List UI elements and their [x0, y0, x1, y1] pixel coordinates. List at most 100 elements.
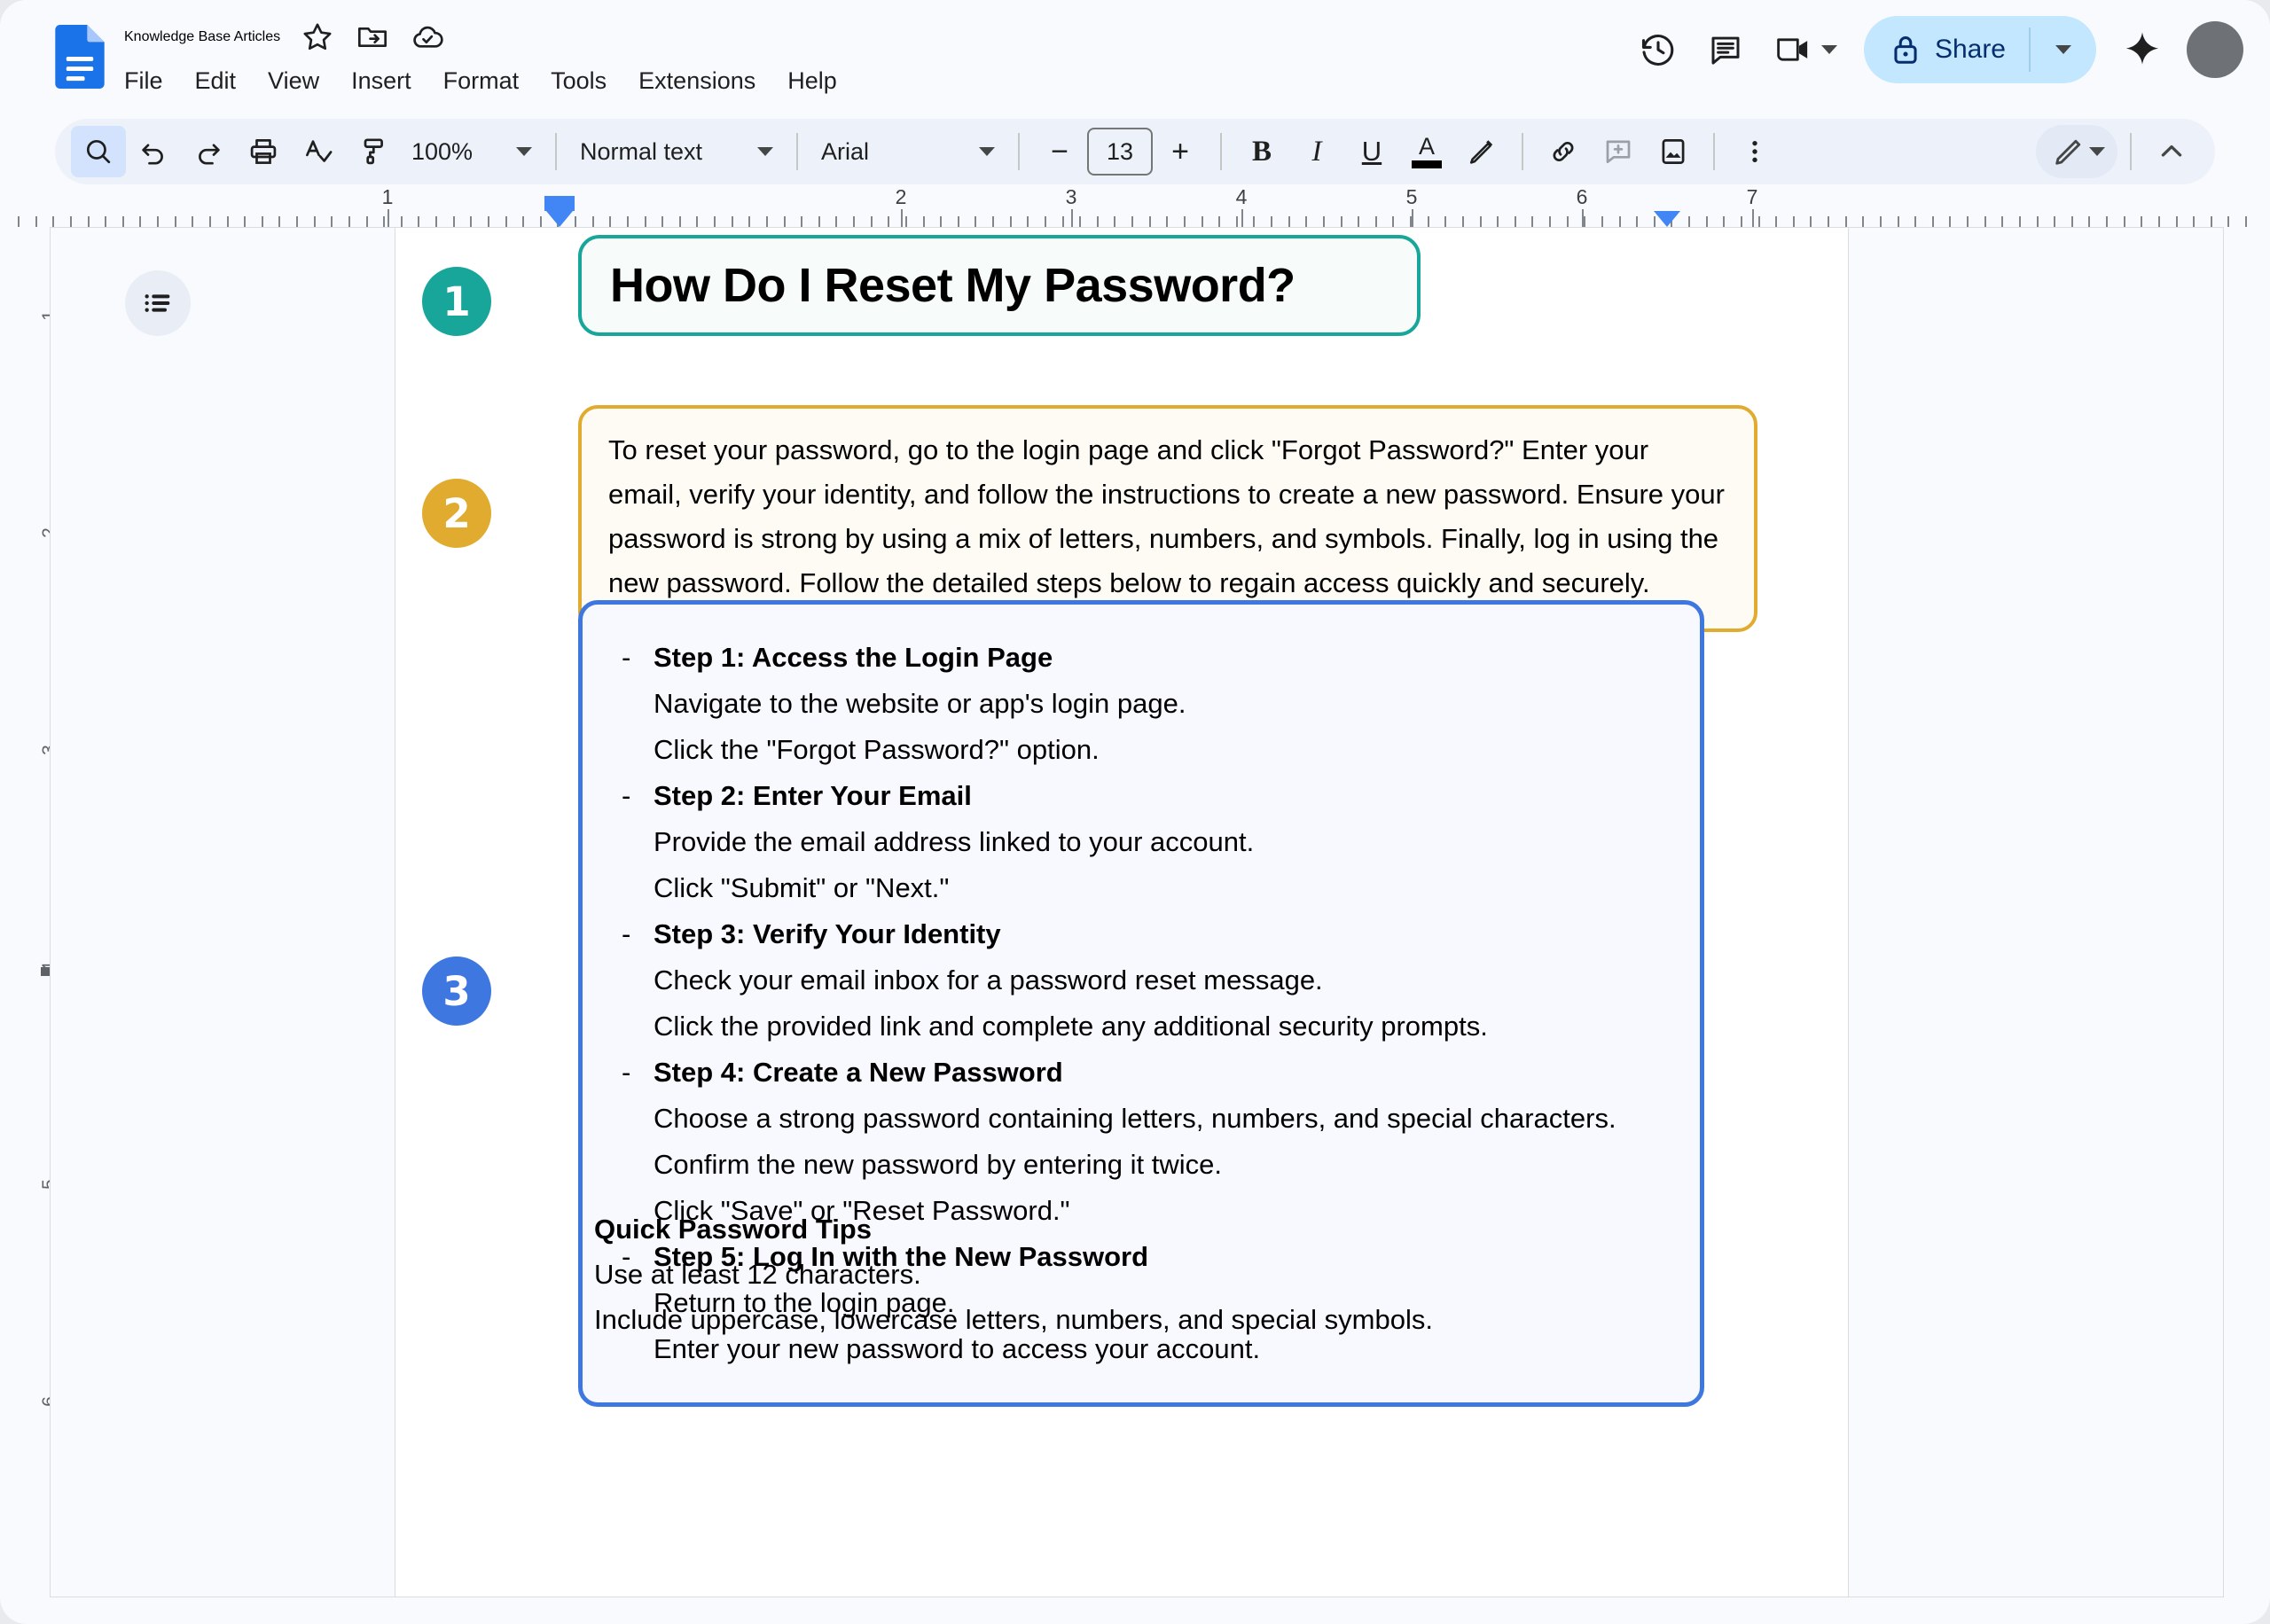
- add-comment-button[interactable]: [1591, 126, 1646, 177]
- ruler-tick: [1914, 216, 1917, 227]
- ruler-tick: [487, 216, 489, 227]
- star-icon[interactable]: [300, 20, 335, 55]
- share-dropdown-button[interactable]: [2031, 16, 2096, 83]
- menu-item-format[interactable]: Format: [427, 64, 536, 98]
- search-button[interactable]: [71, 126, 126, 177]
- redo-button[interactable]: [181, 126, 236, 177]
- spellcheck-button[interactable]: [291, 126, 346, 177]
- bold-button[interactable]: B: [1234, 126, 1289, 177]
- decrease-font-size-button[interactable]: −: [1032, 126, 1087, 177]
- ruler-tick: [348, 216, 350, 227]
- left-indent-marker[interactable]: [546, 211, 573, 227]
- menu-item-extensions[interactable]: Extensions: [622, 64, 771, 98]
- ruler-tick: [121, 216, 124, 227]
- paint-format-button[interactable]: [346, 126, 401, 177]
- font-size-input[interactable]: 13: [1087, 128, 1153, 176]
- text-color-button[interactable]: A: [1399, 126, 1454, 177]
- ruler-tick: [313, 216, 316, 227]
- underline-button[interactable]: U: [1344, 126, 1399, 177]
- ruler-tick: [1601, 216, 1603, 227]
- step-heading: Step 3: Verify Your Identity: [654, 918, 1001, 949]
- menu-item-help[interactable]: Help: [771, 64, 853, 98]
- comment-history-button[interactable]: [1692, 16, 1759, 83]
- ruler-tick: [1479, 216, 1482, 227]
- insert-link-button[interactable]: [1536, 126, 1591, 177]
- intro-paragraph: To reset your password, go to the login …: [608, 434, 1725, 598]
- share-button[interactable]: Share: [1864, 16, 2029, 83]
- document-title-row: Knowledge Base Articles: [124, 20, 445, 55]
- horizontal-ruler[interactable]: 1 2 3 4 5 6 7: [0, 185, 2270, 227]
- style-chevron-down-icon: [757, 147, 773, 156]
- ruler-tick: [2018, 216, 2021, 227]
- edit-pencil-icon: [2055, 139, 2081, 165]
- ruler-tick: [435, 216, 437, 227]
- ruler-tick: [1584, 216, 1586, 227]
- font-family-dropdown[interactable]: Arial: [810, 126, 1006, 177]
- ruler-number: 4: [1235, 185, 1248, 208]
- ruler-tick: [539, 216, 542, 227]
- collapse-toolbar-button[interactable]: [2144, 126, 2199, 177]
- menu-item-view[interactable]: View: [252, 64, 335, 98]
- google-meet-button[interactable]: [1759, 18, 1848, 82]
- step-heading: Step 2: Enter Your Email: [654, 780, 972, 811]
- ruler-tick: [1514, 216, 1516, 227]
- page-title: How Do I Reset My Password?: [610, 259, 1295, 312]
- document-page[interactable]: 1 How Do I Reset My Password? 2 To reset…: [395, 228, 1849, 1597]
- ruler-tick: [174, 216, 176, 227]
- highlight-button[interactable]: [1454, 126, 1509, 177]
- intro-callout-box[interactable]: To reset your password, go to the login …: [578, 405, 1757, 632]
- share-button-group: Share: [1863, 16, 2096, 83]
- right-indent-marker[interactable]: [1654, 211, 1680, 227]
- font-chevron-down-icon: [979, 147, 995, 156]
- menu-item-edit[interactable]: Edit: [179, 64, 253, 98]
- ruler-tick: [1531, 216, 1534, 227]
- paragraph-style-dropdown[interactable]: Normal text: [569, 126, 784, 177]
- version-history-button[interactable]: [1624, 16, 1692, 83]
- ruler-tick: [2036, 216, 2039, 227]
- more-options-button[interactable]: [1727, 126, 1782, 177]
- ruler-tick: [418, 216, 420, 227]
- zoom-value: 100%: [411, 137, 474, 165]
- menu-bar: File Edit View Insert Format Tools Exten…: [124, 64, 853, 98]
- insert-image-icon: [1662, 139, 1685, 164]
- ruler-tick: [1810, 216, 1812, 227]
- ruler-tick: [1271, 216, 1272, 227]
- menu-item-file[interactable]: File: [124, 64, 179, 98]
- ruler-tick: [1566, 216, 1569, 227]
- ruler-tick: [383, 216, 386, 227]
- ruler-tick: [1740, 216, 1742, 227]
- print-button[interactable]: [236, 126, 291, 177]
- ruler-tick: [400, 216, 403, 227]
- document-title[interactable]: Knowledge Base Articles: [124, 29, 280, 45]
- insert-image-button[interactable]: [1646, 126, 1701, 177]
- italic-button[interactable]: I: [1289, 126, 1344, 177]
- italic-icon: I: [1311, 135, 1322, 168]
- ruler-tick: [992, 216, 994, 227]
- ruler-number: 1: [381, 185, 394, 208]
- ruler-tick: [139, 216, 142, 227]
- increase-font-size-button[interactable]: +: [1153, 126, 1208, 177]
- cloud-saved-icon[interactable]: [410, 20, 445, 55]
- first-line-indent-marker[interactable]: [544, 196, 575, 211]
- ruler-tick: [2157, 216, 2160, 227]
- ruler-tick: [1549, 216, 1551, 227]
- editing-mode-button[interactable]: [2036, 125, 2117, 178]
- step-detail-line: Provide the email address linked to your…: [654, 826, 1255, 857]
- zoom-dropdown[interactable]: 100%: [401, 126, 543, 177]
- ruler-tick: [1253, 216, 1256, 227]
- ruler-tick: [226, 216, 229, 227]
- redo-icon: [199, 144, 220, 165]
- move-to-folder-icon[interactable]: [355, 20, 390, 55]
- gemini-button[interactable]: [2109, 16, 2176, 83]
- step-item: - Step 1: Access the Login Page: [614, 635, 1664, 681]
- document-outline-button[interactable]: [125, 270, 191, 336]
- ruler-tick: [2193, 216, 2196, 227]
- undo-icon: [142, 144, 163, 165]
- undo-button[interactable]: [126, 126, 181, 177]
- title-callout-box[interactable]: How Do I Reset My Password?: [578, 235, 1421, 336]
- ruler-tick: [835, 216, 838, 227]
- menu-item-tools[interactable]: Tools: [535, 64, 622, 98]
- menu-item-insert[interactable]: Insert: [335, 64, 427, 98]
- avatar[interactable]: [2187, 21, 2243, 78]
- tips-heading: Quick Password Tips: [594, 1214, 872, 1245]
